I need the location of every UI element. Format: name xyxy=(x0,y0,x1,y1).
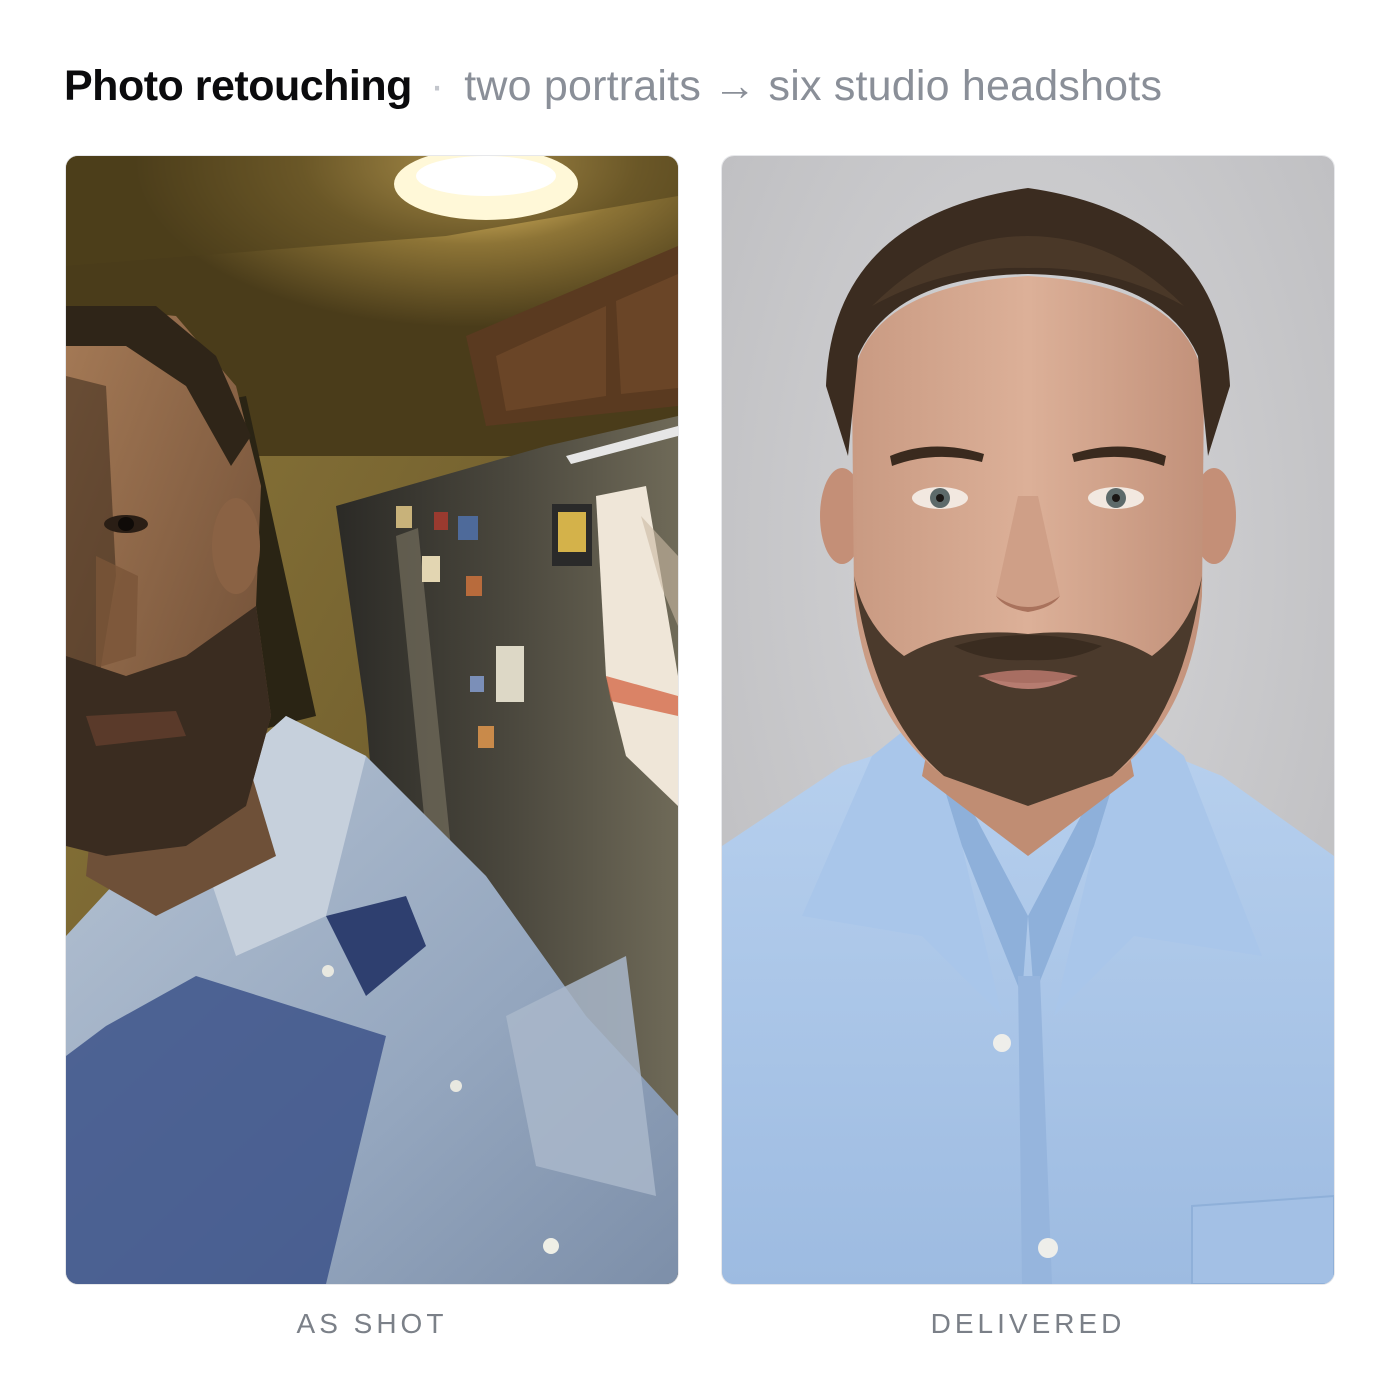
after-caption: DELIVERED xyxy=(930,1308,1126,1339)
before-caption: AS SHOT xyxy=(296,1308,448,1339)
after-photo-card[interactable] xyxy=(722,156,1334,1284)
before-photo xyxy=(66,156,678,1284)
before-photo-card[interactable] xyxy=(66,156,678,1284)
page-title: Photo retouching xyxy=(64,62,412,110)
page-header: Photo retouching · two portraits → six s… xyxy=(64,62,1162,118)
page-subtitle: two portraits → six studio headshots xyxy=(464,62,1163,110)
title-separator: · xyxy=(429,62,445,110)
after-photo xyxy=(722,156,1334,1284)
